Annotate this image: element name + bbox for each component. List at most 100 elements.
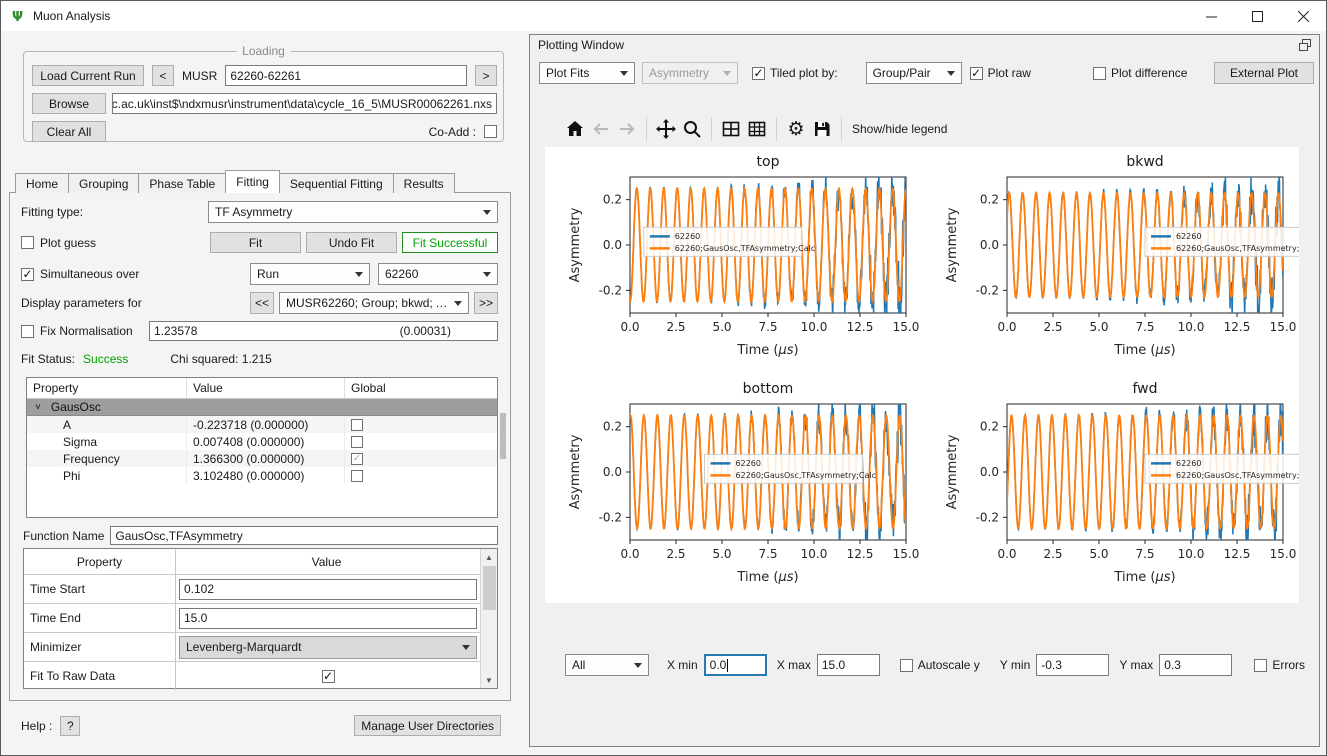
- simultaneous-run-combo[interactable]: 62260: [378, 263, 498, 285]
- param-row-frequency[interactable]: Frequency 1.366300 (0.000000): [27, 450, 497, 467]
- minimizer-combo[interactable]: Levenberg-Marquardt: [179, 636, 477, 659]
- plot-difference-checkbox[interactable]: [1093, 67, 1106, 80]
- maximize-button[interactable]: [1234, 1, 1280, 31]
- fitting-type-combo[interactable]: TF Asymmetry: [208, 201, 498, 223]
- tab-grouping[interactable]: Grouping: [68, 173, 139, 193]
- tiled-plot-checkbox[interactable]: [752, 67, 765, 80]
- xmax-input[interactable]: 15.0: [817, 654, 880, 676]
- scroll-up-icon[interactable]: ▲: [481, 549, 498, 565]
- run-input[interactable]: 62260-62261: [225, 65, 467, 86]
- settings-row-fit-to-raw: Fit To Raw Data: [24, 662, 480, 690]
- fix-normalisation-checkbox[interactable]: [21, 325, 34, 338]
- svg-text:Asymmetry: Asymmetry: [945, 434, 960, 509]
- tab-results[interactable]: Results: [393, 173, 455, 193]
- close-button[interactable]: [1280, 1, 1326, 31]
- subplot-bottom[interactable]: bottom-0.20.00.20.02.55.07.510.012.515.0…: [545, 374, 922, 601]
- subplot-fwd[interactable]: fwd-0.20.00.20.02.55.07.510.012.515.0Tim…: [922, 374, 1299, 601]
- toolbar-separator: [776, 117, 777, 141]
- next-dataset-button[interactable]: >>: [474, 292, 498, 314]
- plot-type-combo[interactable]: Plot Fits: [539, 62, 635, 84]
- tab-phase-table[interactable]: Phase Table: [138, 173, 226, 193]
- tab-home[interactable]: Home: [15, 173, 69, 193]
- function-name-field[interactable]: GausOsc,TFAsymmetry: [110, 526, 498, 545]
- param-row-phi[interactable]: Phi 3.102480 (0.000000): [27, 467, 497, 484]
- minimize-button[interactable]: [1188, 1, 1234, 31]
- back-icon[interactable]: [588, 116, 614, 142]
- clear-all-button[interactable]: Clear All: [32, 121, 106, 142]
- time-end-input[interactable]: 15.0: [179, 608, 477, 629]
- param-row-a[interactable]: A -0.223718 (0.000000): [27, 416, 497, 433]
- show-hide-legend-button[interactable]: Show/hide legend: [852, 122, 947, 136]
- svg-text:12.5: 12.5: [847, 320, 874, 334]
- ymin-label: Y min: [1000, 658, 1030, 672]
- param-table-scrollbar[interactable]: [500, 413, 506, 459]
- subplot-bkwd[interactable]: bkwd-0.20.00.20.02.55.07.510.012.515.0Ti…: [922, 147, 1299, 374]
- home-icon[interactable]: [562, 116, 588, 142]
- plot-raw-checkbox[interactable]: [970, 67, 983, 80]
- normalisation-field[interactable]: 1.23578 (0.00031): [149, 321, 498, 341]
- settings-scrollbar[interactable]: ▲ ▼: [480, 549, 497, 688]
- autoscale-y-checkbox[interactable]: [900, 659, 913, 672]
- svg-text:0.0: 0.0: [997, 547, 1016, 561]
- toolbar-separator: [646, 117, 647, 141]
- undo-fit-button[interactable]: Undo Fit: [306, 232, 397, 253]
- svg-text:-0.2: -0.2: [599, 283, 622, 297]
- simultaneous-checkbox[interactable]: [21, 268, 34, 281]
- float-panel-icon[interactable]: [1299, 39, 1311, 51]
- xmin-input[interactable]: 0.0: [704, 654, 767, 676]
- svg-text:5.0: 5.0: [1089, 320, 1108, 334]
- parameter-table: Property Value Global ˅ GausOsc A -0.223…: [26, 377, 498, 518]
- fit-to-raw-checkbox[interactable]: [322, 670, 335, 683]
- external-plot-button[interactable]: External Plot: [1214, 62, 1314, 84]
- global-checkbox[interactable]: [351, 470, 363, 482]
- global-checkbox[interactable]: [351, 419, 363, 431]
- instrument-label: MUSR: [182, 69, 217, 83]
- scrollbar-thumb[interactable]: [483, 566, 496, 610]
- function-group-row[interactable]: ˅ GausOsc: [27, 399, 497, 416]
- save-icon[interactable]: [809, 116, 835, 142]
- next-run-button[interactable]: >: [475, 65, 497, 86]
- browse-button[interactable]: Browse: [32, 93, 106, 114]
- subplot-grid-icon[interactable]: [718, 116, 744, 142]
- svg-text:62260;GausOsc,TFAsymmetry;Calc: 62260;GausOsc,TFAsymmetry;Calc: [1176, 244, 1299, 253]
- global-checkbox[interactable]: [351, 436, 363, 448]
- svg-text:0.2: 0.2: [603, 193, 622, 207]
- plot-selector-combo[interactable]: All: [565, 654, 649, 676]
- prev-run-button[interactable]: <: [152, 65, 174, 86]
- param-row-sigma[interactable]: Sigma 0.007408 (0.000000): [27, 433, 497, 450]
- load-current-run-button[interactable]: Load Current Run: [32, 65, 144, 86]
- plot-guess-checkbox[interactable]: [21, 236, 34, 249]
- chevron-down-icon: [483, 210, 491, 215]
- loading-group-label: Loading: [236, 44, 291, 58]
- co-add-checkbox[interactable]: [484, 125, 497, 138]
- file-path-field[interactable]: is.cclrc.ac.uk\inst$\ndxmusr\instrument\…: [112, 93, 497, 114]
- plotting-window-panel: Plotting Window Plot Fits Asymmetry Tile…: [529, 34, 1320, 747]
- help-button[interactable]: ?: [60, 716, 80, 736]
- manage-user-directories-button[interactable]: Manage User Directories: [354, 715, 501, 736]
- scroll-down-icon[interactable]: ▼: [481, 672, 498, 688]
- subplot-top[interactable]: top-0.20.00.20.02.55.07.510.012.515.0Tim…: [545, 147, 922, 374]
- errors-checkbox[interactable]: [1254, 659, 1267, 672]
- pan-icon[interactable]: [653, 116, 679, 142]
- ymax-input[interactable]: 0.3: [1159, 654, 1232, 676]
- ymin-input[interactable]: -0.3: [1036, 654, 1109, 676]
- axes-grid-icon[interactable]: [744, 116, 770, 142]
- forward-icon[interactable]: [614, 116, 640, 142]
- dataset-combo[interactable]: MUSR62260; Group; bkwd; Asymı: [279, 292, 469, 314]
- tab-fitting[interactable]: Fitting: [225, 170, 280, 193]
- prev-dataset-button[interactable]: <<: [250, 292, 274, 314]
- tab-sequential-fitting[interactable]: Sequential Fitting: [279, 173, 394, 193]
- chevron-down-icon: [462, 645, 470, 650]
- fit-button[interactable]: Fit: [210, 232, 301, 253]
- svg-text:7.5: 7.5: [1135, 547, 1154, 561]
- time-start-input[interactable]: 0.102: [179, 579, 477, 600]
- settings-row-minimizer: Minimizer Levenberg-Marquardt: [24, 633, 480, 662]
- tile-by-combo[interactable]: Group/Pair: [866, 62, 962, 84]
- simultaneous-mode-combo[interactable]: Run: [250, 263, 370, 285]
- svg-text:10.0: 10.0: [801, 320, 828, 334]
- global-checkbox[interactable]: [351, 453, 363, 465]
- gear-icon[interactable]: ⚙: [783, 116, 809, 142]
- figure-canvas[interactable]: top-0.20.00.20.02.55.07.510.012.515.0Tim…: [545, 147, 1299, 603]
- fix-normalisation-label: Fix Normalisation: [40, 324, 133, 338]
- zoom-icon[interactable]: [679, 116, 705, 142]
